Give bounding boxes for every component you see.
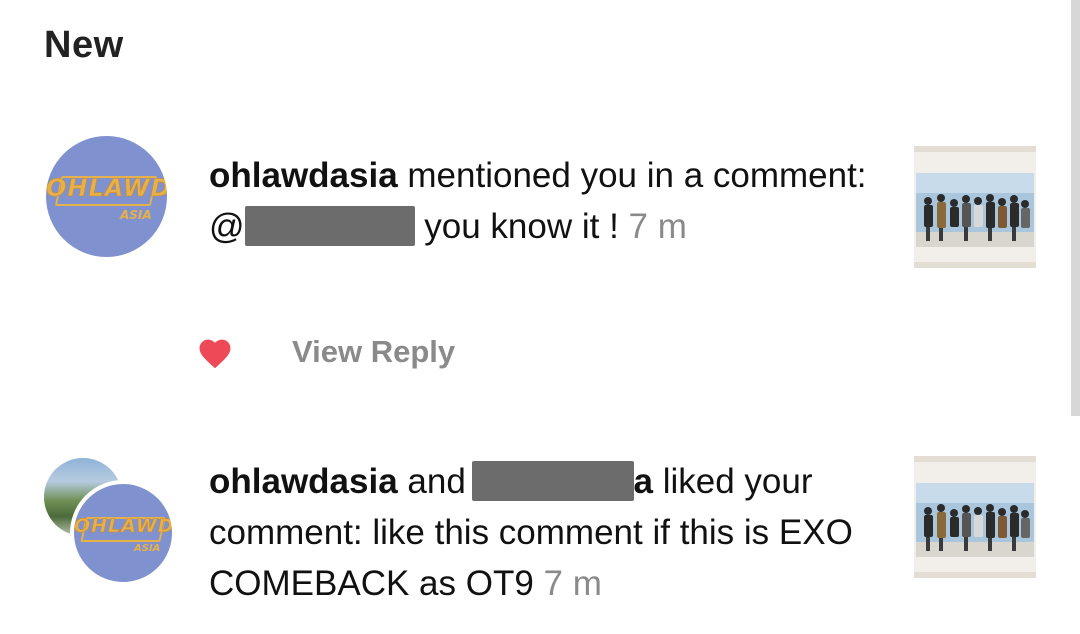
- comment-actions: View Reply: [196, 330, 455, 374]
- notification-item[interactable]: OHLAWD ASIA ohlawdasia mentioned you in …: [0, 130, 1070, 400]
- username-link[interactable]: ohlawdasia: [209, 462, 398, 501]
- section-title: New: [44, 24, 124, 66]
- redacted-username: [244, 205, 415, 246]
- notification-message[interactable]: ohlawdasia mentioned you in a comment: @…: [209, 150, 869, 252]
- group-photo-image: [914, 456, 1036, 578]
- username-link[interactable]: ohlawdasia: [209, 156, 398, 195]
- message-connector: and: [397, 462, 476, 501]
- avatar[interactable]: OHLAWD ASIA: [70, 480, 176, 586]
- username-fragment[interactable]: a: [634, 462, 653, 501]
- group-photo-image: [914, 146, 1036, 268]
- post-thumbnail[interactable]: [914, 456, 1036, 578]
- comment-text: you know it !: [414, 207, 629, 246]
- avatar-logo-text: OHLAWD: [74, 515, 175, 538]
- avatar-logo-sub: ASIA: [134, 543, 161, 554]
- avatar[interactable]: OHLAWD ASIA: [46, 136, 167, 257]
- timestamp: 7 m: [628, 207, 687, 246]
- notification-item[interactable]: OHLAWD ASIA ohlawdasia and a liked your …: [0, 450, 1070, 630]
- scrollbar-thumb[interactable]: [1071, 0, 1080, 416]
- avatar-logo-sub: ASIA: [120, 208, 152, 222]
- heart-icon[interactable]: [196, 335, 234, 369]
- post-thumbnail[interactable]: [914, 146, 1036, 268]
- avatar-logo-text: OHLAWD: [46, 174, 167, 203]
- notification-message[interactable]: ohlawdasia and a liked your comment: lik…: [209, 456, 869, 609]
- scrollbar[interactable]: [1070, 0, 1080, 634]
- view-reply-button[interactable]: View Reply: [292, 334, 455, 370]
- timestamp: 7 m: [543, 564, 602, 603]
- redacted-username: [471, 460, 634, 501]
- notifications-page: New OHLAWD ASIA ohlawdasia mentioned you…: [0, 0, 1080, 634]
